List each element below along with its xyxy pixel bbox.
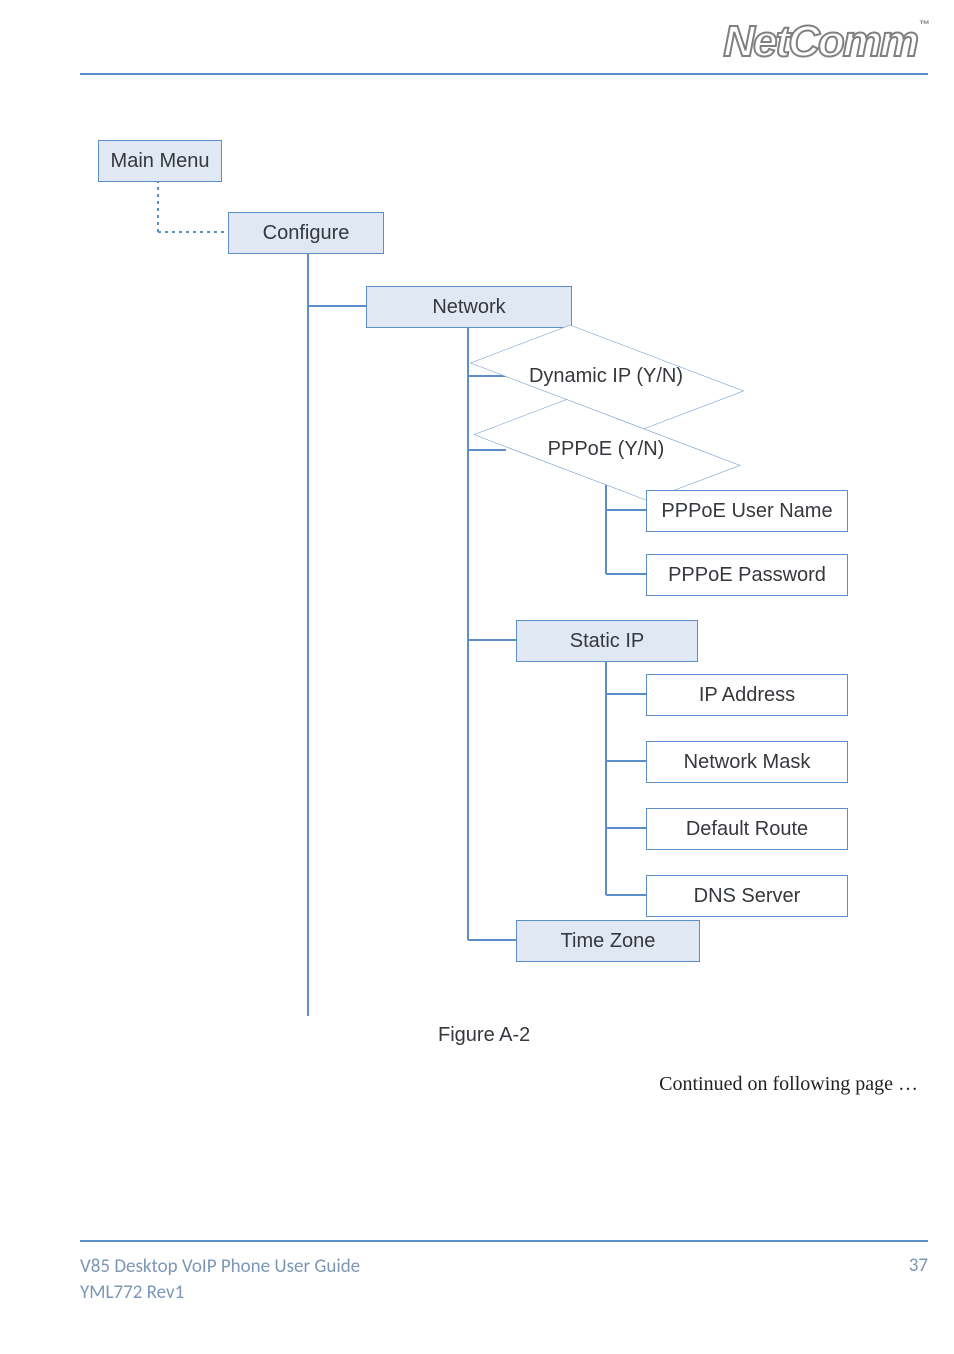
- trademark-symbol: ™: [919, 19, 930, 31]
- node-time-zone: Time Zone: [516, 920, 700, 962]
- node-configure: Configure: [228, 212, 384, 254]
- node-main-menu: Main Menu: [98, 140, 222, 182]
- menu-tree-diagram: Main Menu Configure Network Dynamic IP (…: [86, 140, 854, 1036]
- node-static-ip: Static IP: [516, 620, 698, 662]
- node-pppoe-user: PPPoE User Name: [646, 490, 848, 532]
- footer-left: V85 Desktop VoIP Phone User Guide YML772…: [80, 1254, 360, 1305]
- footer-title: V85 Desktop VoIP Phone User Guide: [80, 1254, 360, 1280]
- node-dns-server: DNS Server: [646, 875, 848, 917]
- header-divider: [80, 73, 928, 75]
- figure-caption: Figure A-2: [438, 1024, 530, 1047]
- brand-logo-text: NetComm: [723, 17, 917, 66]
- node-ip-address: IP Address: [646, 674, 848, 716]
- node-pppoe-password: PPPoE Password: [646, 554, 848, 596]
- footer-rev: YML772 Rev1: [80, 1280, 360, 1306]
- node-network-mask: Network Mask: [646, 741, 848, 783]
- node-default-route: Default Route: [646, 808, 848, 850]
- brand-logo: NetComm™: [660, 20, 930, 68]
- page-number: 37: [909, 1254, 928, 1277]
- footer-divider: [80, 1240, 928, 1242]
- continued-text: Continued on following page …: [659, 1073, 918, 1096]
